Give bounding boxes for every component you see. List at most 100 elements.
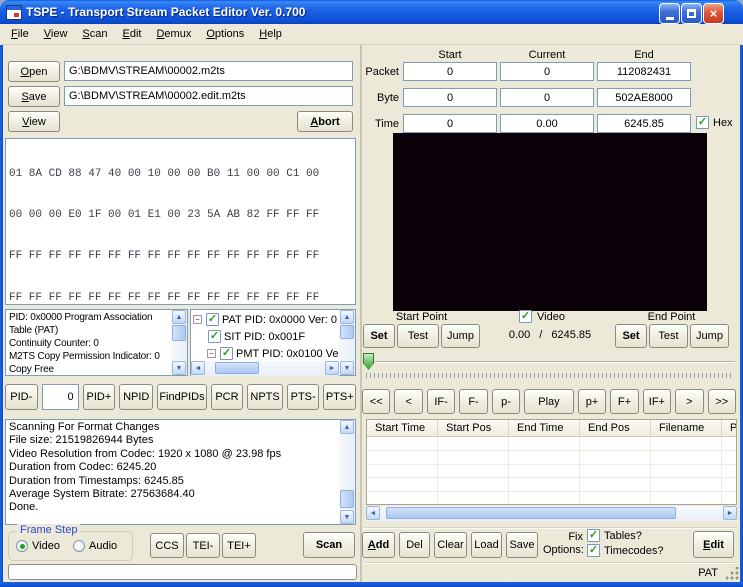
menu-view[interactable]: View	[37, 26, 75, 42]
scroll-right-icon[interactable]: ►	[723, 506, 737, 520]
time-end-input[interactable]: 6245.85	[597, 114, 691, 133]
abort-button[interactable]: Abort	[297, 111, 353, 132]
add-button[interactable]: Add	[362, 532, 395, 558]
video-checkbox[interactable]: ✓ Video	[519, 310, 565, 323]
tree-node-sit[interactable]: ✓ SIT PID: 0x001F	[193, 328, 355, 345]
byte-end-input[interactable]: 502AE8000	[597, 88, 691, 107]
frame-forward-button[interactable]: F+	[610, 389, 639, 414]
scroll-right-icon[interactable]: ►	[325, 361, 339, 375]
start-set-button[interactable]: Set	[363, 324, 395, 348]
timecodes-checkbox[interactable]: ✓ Timecodes?	[587, 544, 664, 557]
menu-edit[interactable]: Edit	[116, 26, 149, 42]
findpids-button[interactable]: FindPIDs	[157, 384, 207, 410]
scroll-left-icon[interactable]: ◄	[366, 506, 380, 520]
npts-button[interactable]: NPTS	[247, 384, 283, 410]
menu-help[interactable]: Help	[252, 26, 289, 42]
sit-checkbox[interactable]: ✓	[208, 330, 221, 343]
hex-checkbox[interactable]: ✓ Hex	[696, 116, 733, 129]
packet-current-input[interactable]: 0	[500, 62, 594, 81]
table-row[interactable]	[367, 465, 736, 479]
table-row[interactable]	[367, 478, 736, 493]
pid-tree-hscrollbar[interactable]: ◄ ►	[191, 361, 339, 376]
npid-button[interactable]: NPID	[119, 384, 154, 410]
hex-editor[interactable]: 01 8A CD 88 47 40 00 10 00 00 B0 11 00 0…	[5, 138, 356, 305]
scan-log-scrollbar[interactable]: ▲ ▼	[339, 420, 355, 524]
view-button[interactable]: View	[8, 111, 60, 132]
resize-grip[interactable]	[726, 567, 739, 580]
time-current-input[interactable]: 0.00	[500, 114, 594, 133]
menu-options[interactable]: Options	[199, 26, 251, 42]
play-button[interactable]: Play	[524, 389, 574, 414]
start-jump-button[interactable]: Jump	[441, 324, 480, 348]
scroll-thumb[interactable]	[340, 490, 354, 508]
frame-step-audio-radio[interactable]: Audio	[73, 540, 117, 552]
save-list-button[interactable]: Save	[506, 532, 538, 558]
pid-minus-button[interactable]: PID-	[5, 384, 38, 410]
packet-back-button[interactable]: p-	[491, 389, 521, 414]
pid-plus-button[interactable]: PID+	[82, 384, 116, 410]
table-hscrollbar[interactable]: ◄ ►	[366, 506, 737, 521]
end-jump-button[interactable]: Jump	[690, 324, 729, 348]
frame-step-video-radio[interactable]: Video	[16, 540, 60, 552]
table-header[interactable]: Start Pos	[438, 420, 509, 436]
pmt-checkbox[interactable]: ✓	[220, 347, 233, 360]
scan-button[interactable]: Scan	[303, 532, 355, 558]
maximize-button[interactable]	[681, 3, 702, 24]
tree-node-pmt[interactable]: − ✓ PMT PID: 0x0100 Ver: 0 P	[193, 345, 355, 362]
clear-button[interactable]: Clear	[434, 532, 467, 558]
scroll-up-icon[interactable]: ▲	[172, 310, 186, 324]
collapse-icon[interactable]: −	[207, 349, 216, 358]
forward-button[interactable]: >	[675, 389, 704, 414]
save-button[interactable]: Save	[8, 86, 60, 107]
collapse-icon[interactable]: −	[193, 315, 202, 324]
ccs-button[interactable]: CCS	[150, 533, 184, 558]
scroll-up-icon[interactable]: ▲	[340, 420, 354, 434]
table-row[interactable]	[367, 451, 736, 465]
menu-scan[interactable]: Scan	[75, 26, 114, 42]
scroll-up-icon[interactable]: ▲	[340, 310, 354, 324]
scroll-left-icon[interactable]: ◄	[191, 361, 205, 375]
table-header[interactable]: Filename	[651, 420, 722, 436]
del-button[interactable]: Del	[399, 532, 430, 558]
scroll-down-icon[interactable]: ▼	[340, 510, 354, 524]
scroll-thumb[interactable]	[340, 325, 354, 339]
pts-minus-button[interactable]: PTS-	[286, 384, 320, 410]
seek-slider-thumb[interactable]	[363, 353, 374, 370]
forward-fast-button[interactable]: >>	[707, 389, 736, 414]
minimize-button[interactable]	[659, 3, 680, 24]
packet-forward-button[interactable]: p+	[577, 389, 607, 414]
packet-start-input[interactable]: 0	[403, 62, 497, 81]
menu-file[interactable]: File	[4, 26, 36, 42]
scroll-thumb[interactable]	[215, 362, 259, 374]
table-header[interactable]: Pl	[722, 420, 736, 436]
byte-start-input[interactable]: 0	[403, 88, 497, 107]
seek-slider-track[interactable]	[365, 361, 735, 363]
iframe-forward-button[interactable]: IF+	[642, 389, 672, 414]
tei-minus-button[interactable]: TEI-	[186, 533, 220, 558]
frame-back-button[interactable]: F-	[459, 389, 488, 414]
scroll-down-icon[interactable]: ▼	[340, 361, 354, 375]
pid-tree-vscrollbar[interactable]: ▲ ▼	[339, 310, 355, 375]
table-row[interactable]	[367, 492, 736, 504]
table-header[interactable]: Start Time	[367, 420, 438, 436]
load-button[interactable]: Load	[471, 532, 502, 558]
edit-button[interactable]: Edit	[693, 531, 734, 558]
pat-checkbox[interactable]: ✓	[206, 313, 219, 326]
menu-demux[interactable]: Demux	[149, 26, 198, 42]
packet-info-scrollbar[interactable]: ▲ ▼	[171, 310, 187, 375]
start-test-button[interactable]: Test	[397, 324, 439, 348]
scroll-thumb[interactable]	[172, 325, 186, 341]
byte-current-input[interactable]: 0	[500, 88, 594, 107]
iframe-back-button[interactable]: IF-	[426, 389, 456, 414]
packet-end-input[interactable]: 112082431	[597, 62, 691, 81]
end-test-button[interactable]: Test	[649, 324, 688, 348]
open-path-input[interactable]: G:\BDMV\STREAM\00002.m2ts	[64, 61, 353, 81]
pid-input[interactable]: 0	[41, 384, 79, 410]
save-path-input[interactable]: G:\BDMV\STREAM\00002.edit.m2ts	[64, 86, 353, 106]
tree-node-pat[interactable]: − ✓ PAT PID: 0x0000 Ver: 0 TS ID	[193, 311, 355, 328]
rewind-button[interactable]: <	[394, 389, 423, 414]
tei-plus-button[interactable]: TEI+	[222, 533, 256, 558]
table-header[interactable]: End Time	[509, 420, 580, 436]
tables-checkbox[interactable]: ✓ Tables?	[587, 529, 642, 542]
title-bar[interactable]: TSPE - Transport Stream Packet Editor Ve…	[0, 0, 743, 24]
